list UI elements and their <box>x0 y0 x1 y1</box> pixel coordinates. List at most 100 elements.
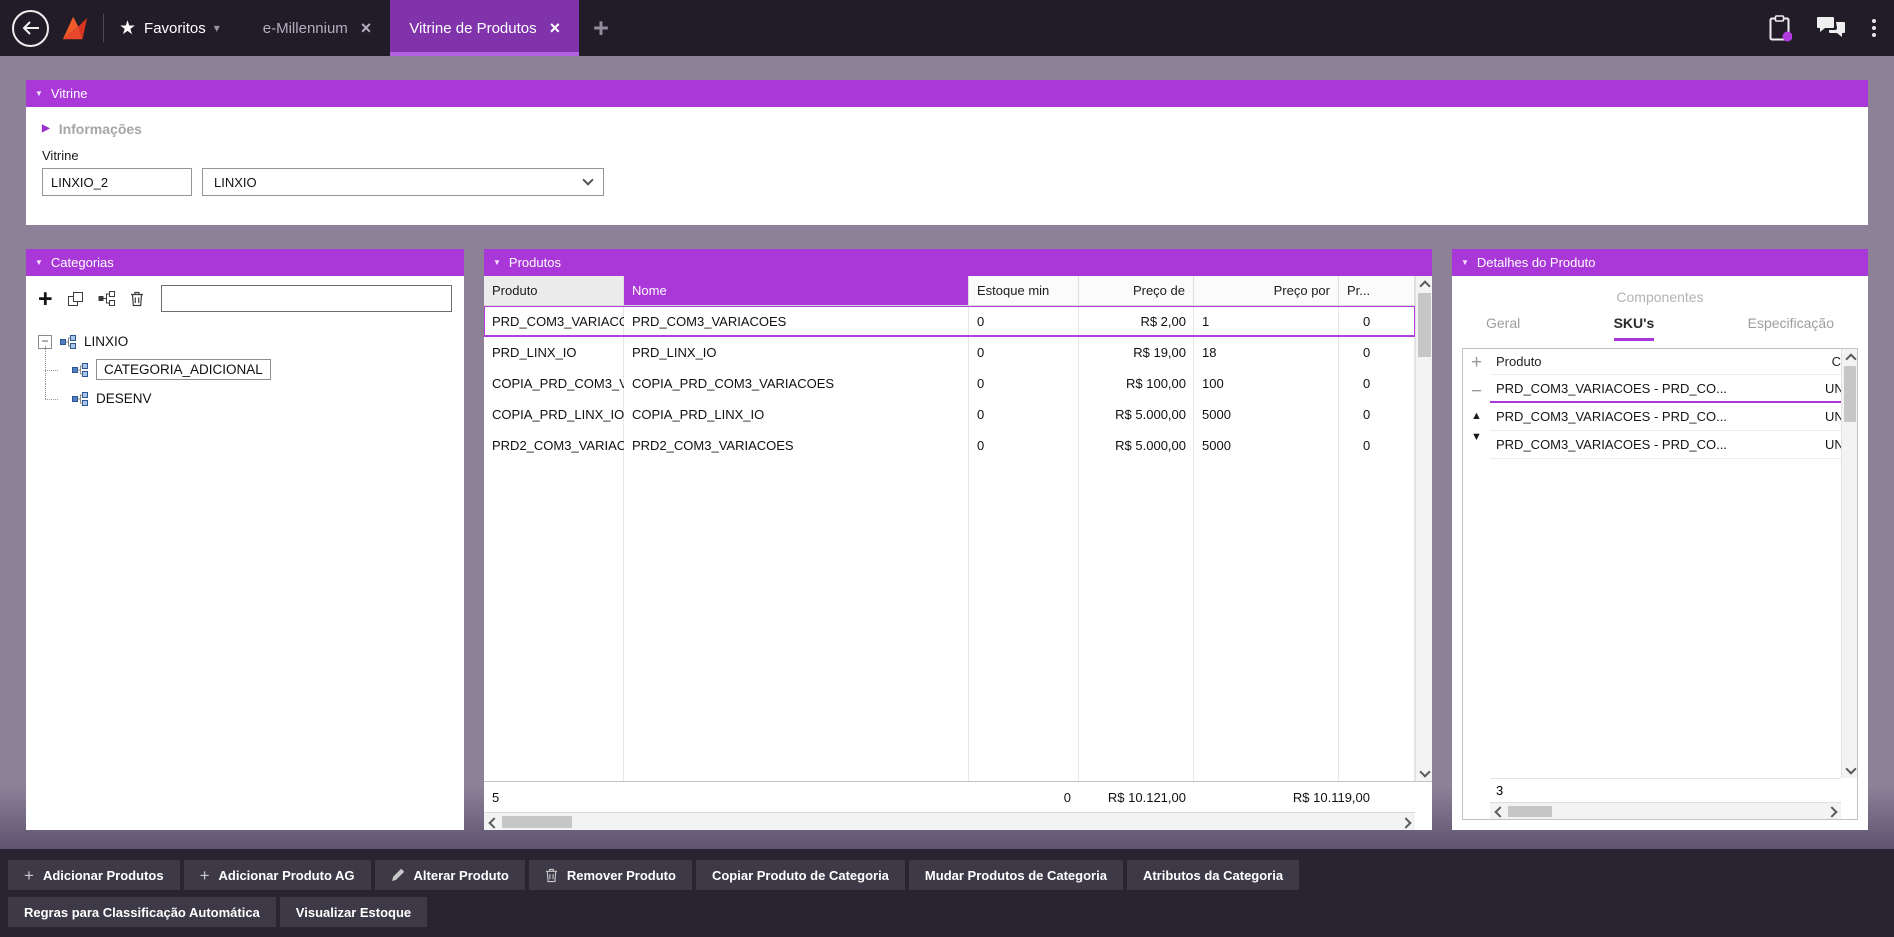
sku-unit: UN <box>1825 381 1841 396</box>
add-sku-button[interactable]: + <box>1471 353 1482 372</box>
add-category-button[interactable]: + <box>38 290 53 308</box>
detalhes-panel-title: Detalhes do Produto <box>1477 255 1596 270</box>
tree-node-categoria-adicional[interactable]: CATEGORIA_ADICIONAL <box>45 355 452 384</box>
scroll-left-icon[interactable] <box>1490 803 1506 819</box>
column-header-pr[interactable]: Pr... <box>1339 276 1415 305</box>
cell-preco-por: 5000 <box>1194 430 1339 461</box>
sku-horizontal-scrollbar[interactable] <box>1490 802 1841 819</box>
informacoes-header[interactable]: ▶ Informações <box>42 121 1852 137</box>
produtos-panel-header[interactable]: ▼ Produtos <box>484 249 1432 276</box>
move-up-button[interactable]: ▲ <box>1471 411 1482 422</box>
cell-pr: 0 <box>1339 399 1415 430</box>
mudar-produtos-de-categoria-button[interactable]: Mudar Produtos de Categoria <box>909 860 1123 890</box>
clipboard-notifications-icon[interactable] <box>1769 15 1792 42</box>
sku-vertical-scrollbar[interactable] <box>1841 349 1857 778</box>
scroll-left-icon[interactable] <box>484 814 500 830</box>
sku-list-header: Produto C <box>1490 349 1841 375</box>
pencil-icon <box>391 868 405 882</box>
categorias-body: + − <box>26 276 464 830</box>
tab-label: Vitrine de Produtos <box>409 20 536 37</box>
scrollbar-thumb[interactable] <box>1508 806 1552 817</box>
new-tab-button[interactable]: + <box>593 15 609 42</box>
scroll-up-icon[interactable] <box>1416 276 1432 292</box>
preco-por-total: R$ 10.119,00 <box>1194 782 1432 812</box>
estoque-total: 0 <box>969 782 1079 812</box>
move-down-button[interactable]: ▼ <box>1471 432 1482 443</box>
button-label: Adicionar Produto AG <box>219 868 355 883</box>
tab-skus[interactable]: SKU's <box>1614 315 1655 341</box>
remover-produto-button[interactable]: Remover Produto <box>529 860 692 890</box>
scroll-right-icon[interactable] <box>1399 814 1415 830</box>
table-row[interactable]: PRD2_COM3_VARIACOES PRD2_COM3_VARIACOES … <box>484 430 1415 461</box>
category-icon <box>72 363 88 377</box>
back-button[interactable] <box>12 10 49 47</box>
tab-geral[interactable]: Geral <box>1486 315 1520 341</box>
tab-vitrine-de-produtos[interactable]: Vitrine de Produtos × <box>390 0 579 56</box>
adicionar-produto-ag-button[interactable]: + Adicionar Produto AG <box>184 860 371 890</box>
produtos-vertical-scrollbar[interactable] <box>1415 276 1432 781</box>
tree-structure-icon <box>98 291 116 306</box>
column-header-estoque-min[interactable]: Estoque min <box>969 276 1079 305</box>
vitrine-select[interactable]: LINXIO <box>202 168 604 196</box>
kebab-menu-icon[interactable] <box>1870 17 1878 39</box>
categorias-panel-header[interactable]: ▼ Categorias <box>26 249 464 276</box>
sku-unit: UN <box>1825 409 1841 424</box>
favorites-menu[interactable]: ★ Favoritos ▾ <box>119 19 220 38</box>
adicionar-produtos-button[interactable]: + Adicionar Produtos <box>8 860 180 890</box>
add-subcategory-button[interactable] <box>67 291 84 307</box>
scrollbar-thumb[interactable] <box>1844 366 1856 422</box>
close-icon[interactable]: × <box>361 19 372 37</box>
cell-estoque-min: 0 <box>969 399 1079 430</box>
favorites-label: Favoritos <box>144 20 206 37</box>
table-row[interactable]: PRD_LINX_IO PRD_LINX_IO 0 R$ 19,00 18 0 <box>484 337 1415 368</box>
column-header-produto[interactable]: Produto <box>1496 354 1542 369</box>
chat-icon[interactable] <box>1816 16 1846 40</box>
close-icon[interactable]: × <box>550 19 561 37</box>
plus-icon: + <box>24 867 34 884</box>
tree-children: CATEGORIA_ADICIONAL DESENV <box>45 355 452 413</box>
table-row[interactable]: COPIA_PRD_LINX_IO COPIA_PRD_LINX_IO 0 R$… <box>484 399 1415 430</box>
sku-count: 3 <box>1490 778 1841 802</box>
scroll-up-icon[interactable] <box>1842 349 1858 365</box>
scroll-right-icon[interactable] <box>1825 803 1841 819</box>
row-count: 5 <box>484 782 624 812</box>
detalhes-panel-header[interactable]: ▼ Detalhes do Produto <box>1452 249 1868 276</box>
delete-category-button[interactable] <box>130 291 144 307</box>
column-header-produto[interactable]: Produto <box>484 276 624 305</box>
produtos-horizontal-scrollbar[interactable] <box>484 812 1415 830</box>
remove-sku-button[interactable]: − <box>1471 382 1482 401</box>
bottom-toolbar: + Adicionar Produtos + Adicionar Produto… <box>0 849 1894 937</box>
vitrine-field-label: Vitrine <box>42 148 1852 163</box>
copiar-produto-de-categoria-button[interactable]: Copiar Produto de Categoria <box>696 860 905 890</box>
tree-node-desenv[interactable]: DESENV <box>45 384 452 413</box>
produtos-table-header: Produto Nome Estoque min Preço de Preço … <box>484 276 1415 306</box>
list-item[interactable]: PRD_COM3_VARIACOES - PRD_CO... UN <box>1490 403 1841 431</box>
scrollbar-thumb[interactable] <box>1418 293 1431 357</box>
list-item[interactable]: PRD_COM3_VARIACOES - PRD_CO... UN <box>1490 375 1841 403</box>
scroll-down-icon[interactable] <box>1842 762 1858 778</box>
column-header-c[interactable]: C <box>1832 354 1841 369</box>
tab-e-millennium[interactable]: e-Millennium × <box>244 0 391 56</box>
tab-especificacao[interactable]: Especificação <box>1748 315 1834 341</box>
scrollbar-thumb[interactable] <box>502 816 572 828</box>
table-row[interactable]: PRD_COM3_VARIACOES PRD_COM3_VARIACOES 0 … <box>484 306 1415 337</box>
category-search-input[interactable] <box>161 285 452 312</box>
table-row[interactable]: COPIA_PRD_COM3_VARIACOES COPIA_PRD_COM3_… <box>484 368 1415 399</box>
atributos-da-categoria-button[interactable]: Atributos da Categoria <box>1127 860 1299 890</box>
alterar-produto-button[interactable]: Alterar Produto <box>375 860 525 890</box>
vitrine-code-input[interactable] <box>42 168 192 196</box>
detalhes-panel: ▼ Detalhes do Produto Componentes Geral … <box>1452 249 1868 830</box>
tree-node-linxio[interactable]: − LINXIO <box>38 328 452 355</box>
cell-preco-de: R$ 5.000,00 <box>1079 399 1194 430</box>
collapse-triangle-icon: ▼ <box>493 259 501 267</box>
panels-row: ▼ Categorias + <box>26 249 1868 830</box>
column-header-preco-por[interactable]: Preço por <box>1194 276 1339 305</box>
column-header-preco-de[interactable]: Preço de <box>1079 276 1194 305</box>
scroll-down-icon[interactable] <box>1416 765 1432 781</box>
list-item[interactable]: PRD_COM3_VARIACOES - PRD_CO... UN <box>1490 431 1841 459</box>
vitrine-section-header[interactable]: ▼ Vitrine <box>26 80 1868 107</box>
regras-classificacao-automatica-button[interactable]: Regras para Classificação Automática <box>8 897 276 927</box>
column-header-nome[interactable]: Nome <box>624 276 969 305</box>
visualizar-estoque-button[interactable]: Visualizar Estoque <box>280 897 427 927</box>
move-category-button[interactable] <box>98 291 116 306</box>
